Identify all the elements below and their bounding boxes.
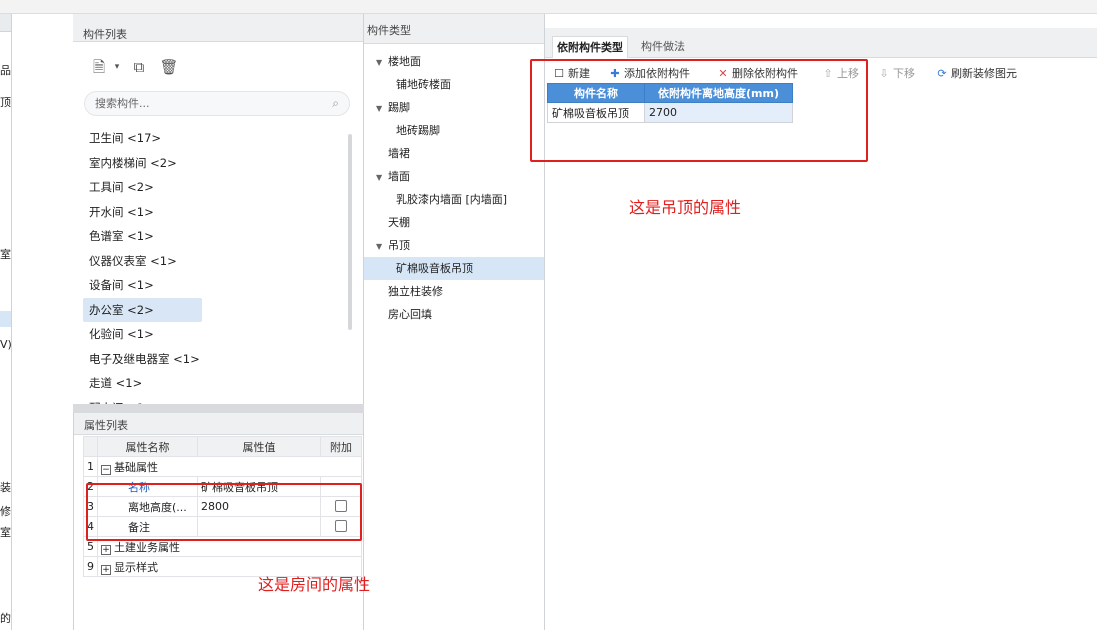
- tree-item-label: 墙裙: [388, 147, 410, 160]
- chevron-down-icon[interactable]: ▾: [107, 57, 127, 77]
- component-list-panel: 构件列表 🗎 ▾ ⧉ 🗑 搜索构件... ⌕ 卫生间 <17> 室内楼梯间 <2>…: [73, 14, 364, 415]
- list-scrollbar[interactable]: [348, 134, 352, 330]
- ceiling-annotation-box: [530, 59, 868, 162]
- list-item[interactable]: 办公室 <2>: [83, 297, 202, 322]
- property-group-label: 土建业务属性: [114, 540, 180, 554]
- left-fragment: 品: [0, 64, 11, 77]
- left-pane-header: [0, 14, 11, 32]
- tree-item[interactable]: 房心回填: [364, 303, 544, 326]
- arrow-down-icon: ⇩: [879, 67, 889, 80]
- property-group-label: 基础属性: [114, 460, 158, 474]
- component-items: 卫生间 <17> 室内楼梯间 <2> 工具间 <2> 开水间 <1> 色谱室 <1> 仪器…: [83, 126, 353, 420]
- tree-item-label: 乳胶漆内墙面 [内墙面]: [396, 193, 508, 206]
- chevron-down-icon[interactable]: ▼: [376, 97, 388, 120]
- tree-item-label: 房心回填: [388, 308, 432, 321]
- left-pane-selection: [0, 311, 11, 327]
- tree-item-label: 独立柱装修: [388, 285, 443, 298]
- component-type-panel: 构件类型 ▼ 楼地面 铺地砖楼面 ▼ 踢脚 地砖踢脚 墙裙 ▼ 墙面 乳胶漆内墙面 [内墙面] 天棚…: [364, 14, 545, 630]
- property-extra-header: 附加: [320, 436, 362, 457]
- tree-item-label: 墙面: [388, 170, 410, 183]
- list-item[interactable]: 设备间 <1>: [83, 273, 203, 298]
- search-icon[interactable]: ⌕: [332, 92, 339, 115]
- chevron-down-icon[interactable]: ▼: [376, 235, 388, 258]
- tree-item[interactable]: ▼ 楼地面: [364, 50, 544, 73]
- component-list-title: 构件列表: [73, 14, 363, 42]
- tab-component-method[interactable]: 构件做法: [637, 36, 689, 58]
- property-list-title: 属性列表: [74, 413, 363, 435]
- copy-component-icon[interactable]: ⧉: [129, 57, 149, 77]
- panel-splitter[interactable]: [73, 404, 364, 413]
- tree-item[interactable]: 天棚: [364, 211, 544, 234]
- tab-dependent-type[interactable]: 依附构件类型: [552, 36, 628, 58]
- tree-item-label: 矿棉吸音板吊顶: [396, 262, 473, 275]
- list-item[interactable]: 色谱室 <1>: [83, 224, 203, 249]
- tree-item[interactable]: 墙裙: [364, 142, 544, 165]
- component-type-title: 构件类型: [364, 14, 544, 44]
- ceiling-annotation-text: 这是吊顶的属性: [629, 198, 742, 217]
- search-placeholder: 搜索构件...: [95, 97, 150, 110]
- tree-item[interactable]: ▼ 吊顶: [364, 234, 544, 257]
- list-item[interactable]: 工具间 <2>: [83, 175, 203, 200]
- tree-item-label: 天棚: [388, 216, 410, 229]
- tab-bar: 依附构件类型 构件做法: [545, 28, 1097, 58]
- tree-item[interactable]: 地砖踢脚: [364, 119, 544, 142]
- list-item[interactable]: 室内楼梯间 <2>: [83, 151, 203, 176]
- list-item[interactable]: 仪器仪表室 <1>: [83, 249, 203, 274]
- list-item[interactable]: 走道 <1>: [83, 371, 203, 396]
- property-name-header: 属性名称: [97, 436, 198, 457]
- property-value-header: 属性值: [197, 436, 321, 457]
- room-annotation-box: [86, 483, 362, 541]
- list-item[interactable]: 卫生间 <17>: [83, 126, 203, 151]
- list-item[interactable]: 开水间 <1>: [83, 200, 203, 225]
- refresh-decoration-button[interactable]: ⟳ 刷新装修图元: [936, 64, 1017, 84]
- tree-item[interactable]: 乳胶漆内墙面 [内墙面]: [364, 188, 544, 211]
- tree-item[interactable]: 铺地砖楼面: [364, 73, 544, 96]
- tree-item-label: 铺地砖楼面: [396, 78, 451, 91]
- tree-item-label: 楼地面: [388, 55, 421, 68]
- left-fragment: 装修: [0, 481, 11, 494]
- list-item[interactable]: 化验间 <1>: [83, 322, 203, 347]
- property-group-label: 显示样式: [114, 560, 158, 574]
- tree-item-label: 地砖踢脚: [396, 124, 440, 137]
- left-fragment: 修: [0, 505, 11, 518]
- move-down-button[interactable]: ⇩ 下移: [878, 64, 915, 84]
- left-fragment: 室: [0, 248, 11, 261]
- tree-item[interactable]: 独立柱装修: [364, 280, 544, 303]
- left-fragment: 的: [0, 612, 11, 625]
- table-row[interactable]: 1 − 基础属性: [83, 456, 362, 477]
- expand-icon[interactable]: +: [101, 544, 111, 555]
- refresh-icon: ⟳: [937, 67, 947, 80]
- tree-item-label: 踢脚: [388, 101, 410, 114]
- expand-icon[interactable]: +: [101, 564, 111, 575]
- new-component-icon[interactable]: 🗎: [89, 57, 109, 77]
- left-fragment: V): [0, 338, 12, 351]
- bookmark-strip: [0, 0, 1097, 14]
- component-type-tree: ▼ 楼地面 铺地砖楼面 ▼ 踢脚 地砖踢脚 墙裙 ▼ 墙面 乳胶漆内墙面 [内墙面] 天棚 ▼ 吊顶 矿棉…: [364, 50, 544, 326]
- collapse-icon[interactable]: −: [101, 464, 111, 475]
- room-annotation-text: 这是房间的属性: [258, 575, 371, 594]
- delete-component-icon[interactable]: 🗑: [159, 57, 179, 77]
- search-input[interactable]: 搜索构件... ⌕: [84, 91, 350, 116]
- tree-item[interactable]: ▼ 墙面: [364, 165, 544, 188]
- tree-item[interactable]: ▼ 踢脚: [364, 96, 544, 119]
- list-item[interactable]: 电子及继电器室 <1>: [83, 347, 203, 372]
- tree-item[interactable]: 矿棉吸音板吊顶: [364, 257, 544, 280]
- left-navigation-pane: 品 顶 室 V) 装修 修 室 的: [0, 14, 12, 630]
- chevron-down-icon[interactable]: ▼: [376, 51, 388, 74]
- left-fragment: 顶: [0, 96, 11, 109]
- chevron-down-icon[interactable]: ▼: [376, 166, 388, 189]
- tree-item-label: 吊顶: [388, 239, 410, 252]
- left-fragment: 室: [0, 526, 11, 539]
